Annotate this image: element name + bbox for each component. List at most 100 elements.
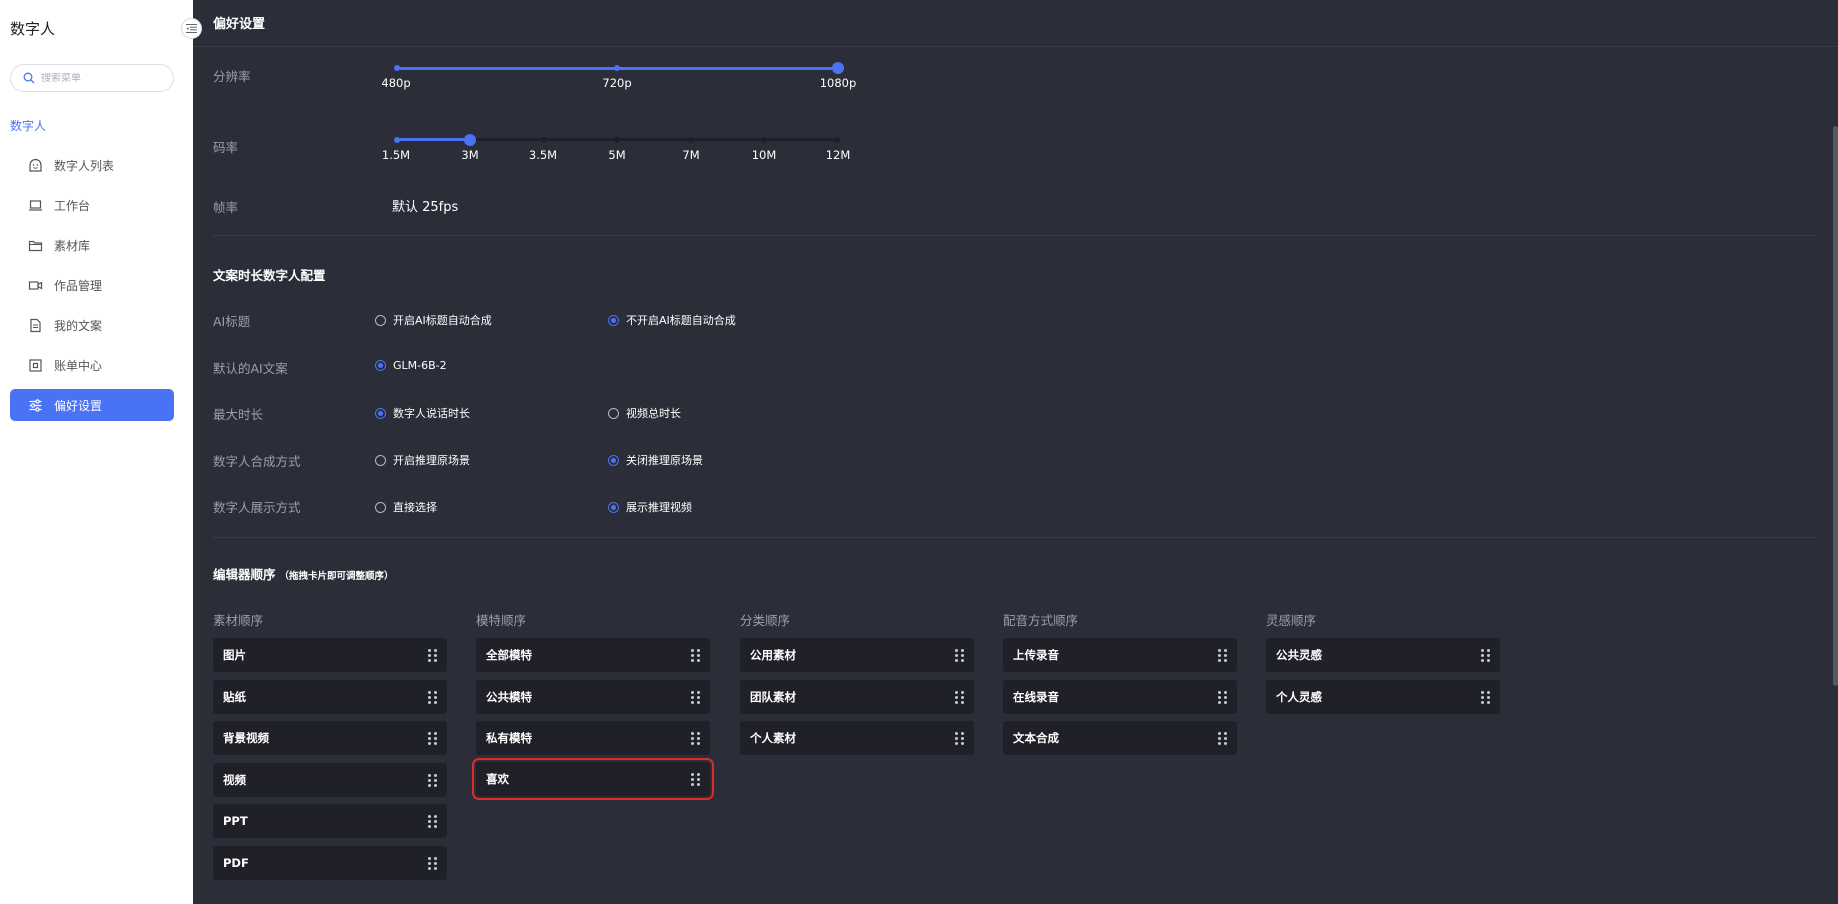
sidebar-item-works-management[interactable]: 作品管理 [10,269,174,301]
bitrate-tick-label[interactable]: 5M [608,148,625,162]
search-box[interactable] [10,64,174,92]
bitrate-tick[interactable] [394,137,400,143]
radio-video-duration[interactable]: 视频总时长 [608,405,681,421]
display-mode-label: 数字人展示方式 [213,500,301,515]
radio-circle[interactable] [375,501,386,513]
bitrate-tick[interactable] [688,137,694,143]
radio-circle[interactable] [375,454,386,466]
sidebar-item-label: 偏好设置 [54,398,103,413]
drag-handle-icon[interactable] [428,731,437,745]
order-card[interactable]: 公用素材 [740,638,974,672]
scrollbar[interactable] [1833,126,1838,686]
search-input[interactable] [41,72,161,84]
order-card[interactable]: 背景视频 [213,721,447,755]
drag-handle-icon[interactable] [955,731,964,745]
order-card[interactable]: 公共模特 [476,680,710,714]
editor-order-title: 编辑器顺序 （拖拽卡片即可调整顺序） [213,564,394,583]
order-card[interactable]: 图片 [213,638,447,672]
resolution-tick-label[interactable]: 480p [381,76,410,90]
bitrate-tick-label[interactable]: 12M [826,148,851,162]
order-card[interactable]: PDF [213,846,447,880]
order-card[interactable]: 文本合成 [1003,721,1237,755]
radio-label: 视频总时长 [626,407,681,420]
bitrate-tick[interactable] [761,137,767,143]
radio-circle[interactable] [375,407,386,419]
card-label: 上传录音 [1013,648,1059,662]
bitrate-slider-handle[interactable] [464,134,476,146]
card-label: 文本合成 [1013,731,1059,745]
bitrate-tick[interactable] [834,137,840,143]
order-card[interactable]: 上传录音 [1003,638,1237,672]
sidebar-item-preferences[interactable]: 偏好设置 [10,389,174,421]
order-card[interactable]: 全部模特 [476,638,710,672]
order-card[interactable]: 团队素材 [740,680,974,714]
sidebar-group-label: 数字人 [10,119,47,133]
sidebar: 数字人 数字人 数字人列表 工作台 素材库 作品管理 我的文案 账单中心 偏好设… [0,0,193,904]
drag-handle-icon[interactable] [955,690,964,704]
resolution-tick[interactable] [394,65,400,71]
radio-circle[interactable] [375,314,386,326]
bitrate-tick[interactable] [541,137,547,143]
order-card-highlighted[interactable]: 喜欢 [472,758,714,800]
radio-infer-scene-off[interactable]: 关闭推理原场景 [608,452,703,468]
order-card[interactable]: 视频 [213,763,447,797]
drag-handle-icon[interactable] [428,814,437,828]
drag-handle-icon[interactable] [1218,731,1227,745]
bitrate-tick-label[interactable]: 7M [682,148,699,162]
order-card[interactable]: 个人素材 [740,721,974,755]
order-card[interactable]: 私有模特 [476,721,710,755]
radio-label: 展示推理视频 [626,501,692,514]
sidebar-item-workbench[interactable]: 工作台 [10,189,174,221]
order-card[interactable]: 贴纸 [213,680,447,714]
drag-handle-icon[interactable] [1481,648,1490,662]
drag-handle-icon[interactable] [428,690,437,704]
bitrate-tick-label[interactable]: 3M [461,148,478,162]
radio-glm[interactable]: GLM-6B-2 [375,359,447,372]
sidebar-item-billing-center[interactable]: 账单中心 [10,349,174,381]
radio-ai-title-off[interactable]: 不开启AI标题自动合成 [608,312,736,328]
drag-handle-icon[interactable] [691,731,700,745]
bitrate-tick-label[interactable]: 3.5M [529,148,557,162]
bill-icon [27,357,44,374]
page-title: 偏好设置 [213,17,266,32]
resolution-tick[interactable] [614,65,620,71]
bitrate-tick-label[interactable]: 1.5M [382,148,410,162]
bitrate-tick-label[interactable]: 10M [752,148,777,162]
sidebar-item-material-library[interactable]: 素材库 [10,229,174,261]
drag-handle-icon[interactable] [1218,648,1227,662]
sidebar-item-my-copy[interactable]: 我的文案 [10,309,174,341]
collapse-sidebar-button[interactable] [181,18,202,39]
drag-handle-icon[interactable] [691,648,700,662]
order-card[interactable]: 个人灵感 [1266,680,1500,714]
drag-handle-icon[interactable] [691,690,700,704]
bitrate-tick[interactable] [614,137,620,143]
resolution-tick-label[interactable]: 1080p [820,76,857,90]
framerate-value: 默认 25fps [392,200,459,215]
radio-ai-title-on[interactable]: 开启AI标题自动合成 [375,312,492,328]
order-card[interactable]: 在线录音 [1003,680,1237,714]
radio-infer-scene-on[interactable]: 开启推理原场景 [375,452,470,468]
radio-circle[interactable] [608,407,619,419]
resolution-tick-label[interactable]: 720p [602,76,631,90]
digital-human-icon [27,157,44,174]
drag-handle-icon[interactable] [691,772,700,786]
radio-circle[interactable] [608,501,619,513]
drag-handle-icon[interactable] [428,648,437,662]
drag-handle-icon[interactable] [428,856,437,870]
sidebar-item-label: 工作台 [54,198,91,213]
drag-handle-icon[interactable] [955,648,964,662]
sidebar-item-digital-human-list[interactable]: 数字人列表 [10,149,174,181]
resolution-slider-handle[interactable] [832,62,844,74]
drag-handle-icon[interactable] [428,773,437,787]
search-icon [23,72,35,84]
radio-speech-duration[interactable]: 数字人说话时长 [375,405,470,421]
order-card[interactable]: 公共灵感 [1266,638,1500,672]
drag-handle-icon[interactable] [1481,690,1490,704]
radio-circle[interactable] [375,360,386,371]
drag-handle-icon[interactable] [1218,690,1227,704]
radio-circle[interactable] [608,454,619,466]
order-card[interactable]: PPT [213,804,447,838]
radio-direct-select[interactable]: 直接选择 [375,499,437,515]
radio-circle[interactable] [608,314,619,326]
radio-show-inference-video[interactable]: 展示推理视频 [608,499,692,515]
